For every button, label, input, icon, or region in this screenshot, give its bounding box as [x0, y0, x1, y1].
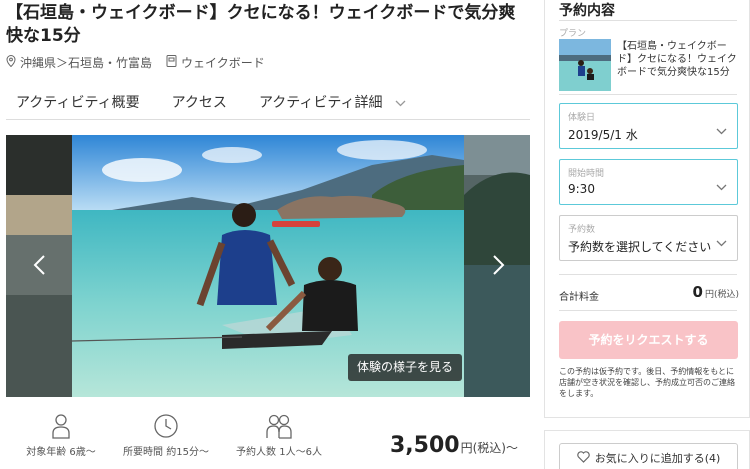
total-value: 0: [692, 283, 703, 301]
tab-access[interactable]: アクセス: [172, 92, 227, 112]
stat-people: 予約人数 1人〜6人: [224, 413, 334, 458]
tab-overview[interactable]: アクティビティ概要: [16, 92, 140, 112]
divider: [559, 94, 737, 95]
plan-thumbnail: [559, 39, 611, 91]
count-select-value: 予約数を選択してください: [568, 240, 712, 254]
date-select[interactable]: 体験日 2019/5/1 水: [559, 103, 738, 149]
chevron-down-icon: [716, 176, 727, 195]
page-title: 【石垣島・ウェイクボード】クセになる！ウェイクボードで気分爽快な15分: [6, 3, 516, 46]
date-select-label: 体験日: [568, 113, 596, 123]
tab-details[interactable]: アクティビティ詳細: [259, 92, 406, 112]
divider: [559, 310, 737, 311]
booking-panel: 予約内容 プラン 【石垣島・ウェイクボード】クセになる！ウェイクボードで気分爽快…: [544, 0, 750, 418]
chevron-right-icon: [493, 255, 505, 275]
stat-age: 対象年齢 6歳〜: [6, 413, 116, 458]
location-breadcrumb[interactable]: 沖縄県＞石垣島・竹富島: [20, 54, 152, 71]
chevron-down-icon: [716, 232, 727, 251]
booking-title: 予約内容: [559, 3, 615, 19]
chevron-down-icon: [716, 120, 727, 139]
time-select[interactable]: 開始時間 9:30: [559, 159, 738, 205]
gallery-next-button[interactable]: [486, 253, 510, 277]
people-icon: [266, 414, 292, 439]
time-select-value: 9:30: [568, 182, 595, 196]
divider: [559, 20, 737, 21]
person-icon: [52, 414, 70, 439]
total-price: 0 円(税込): [559, 283, 739, 301]
price-amount: 3,500: [390, 433, 460, 458]
activity-main: 【石垣島・ウェイクボード】クセになる！ウェイクボードで気分爽快な15分 沖縄県＞…: [0, 0, 530, 469]
map-pin-icon: [6, 54, 16, 70]
category-tag-icon: [166, 55, 177, 70]
count-select-label: 予約数: [568, 225, 596, 235]
add-favorite-button[interactable]: お気に入りに追加する(4): [559, 443, 738, 469]
plan-title: 【石垣島・ウェイクボード】クセになる！ウェイクボードで気分爽快な15分: [617, 41, 737, 78]
chevron-left-icon: [33, 255, 45, 275]
heart-icon: [576, 450, 590, 466]
time-select-label: 開始時間: [568, 169, 605, 179]
price: 3,500円(税込)〜: [390, 433, 518, 458]
date-select-value: 2019/5/1 水: [568, 128, 638, 142]
favorite-panel: お気に入りに追加する(4): [544, 430, 750, 469]
photo-gallery: 体験の様子を見る: [6, 135, 530, 397]
stat-duration: 所要時間 約15分〜: [111, 413, 221, 458]
view-experience-button[interactable]: 体験の様子を見る: [348, 354, 463, 381]
divider: [559, 274, 737, 275]
chevron-down-icon: [395, 95, 406, 111]
add-favorite-label: お気に入りに追加する(4): [594, 452, 721, 465]
total-unit: 円(税込): [704, 290, 739, 300]
gallery-prev-button[interactable]: [28, 253, 52, 277]
stat-people-text: 予約人数 1人〜6人: [236, 447, 322, 458]
activity-tabs: アクティビティ概要 アクセス アクティビティ詳細: [6, 84, 530, 120]
booking-note: この予約は仮予約です。後日、予約情報をもとに店舗が空き状況を確認し、予約成立可否…: [559, 367, 735, 398]
clock-icon: [154, 414, 178, 438]
tab-details-label: アクティビティ詳細: [258, 94, 383, 111]
stat-age-text: 対象年齢 6歳〜: [26, 447, 96, 458]
request-booking-button[interactable]: 予約をリクエストする: [559, 321, 738, 359]
price-unit: 円(税込)〜: [460, 441, 518, 455]
count-select[interactable]: 予約数 予約数を選択してください: [559, 215, 738, 261]
plan-label: プラン: [559, 29, 587, 39]
stat-duration-text: 所要時間 約15分〜: [123, 447, 209, 458]
activity-meta: 沖縄県＞石垣島・竹富島 ウェイクボード: [6, 54, 265, 71]
activity-stats: 対象年齢 6歳〜 所要時間 約15分〜 予約人数 1人〜6人 3,500円(税込…: [6, 405, 530, 469]
category-link[interactable]: ウェイクボード: [181, 54, 265, 71]
